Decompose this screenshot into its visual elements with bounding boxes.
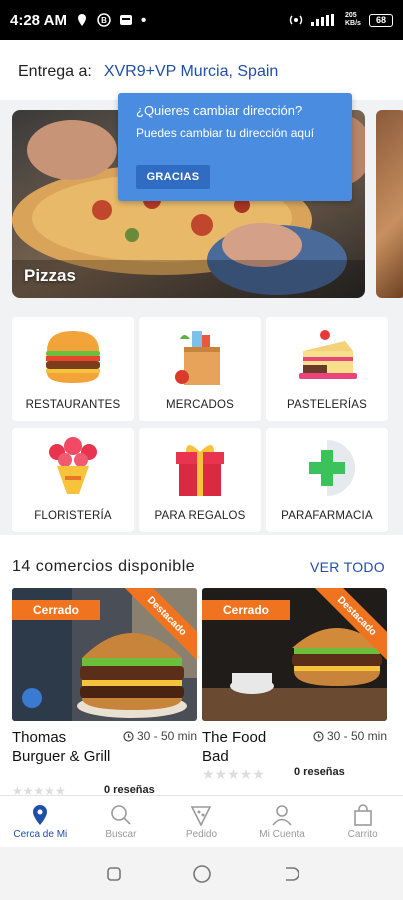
svg-text:B: B (101, 16, 107, 25)
recent-apps-icon[interactable] (105, 865, 123, 883)
rating-stars: ★★★★★ (202, 766, 265, 782)
category-label: RESTAURANTES (25, 399, 121, 411)
shopping-bag-icon (353, 803, 372, 826)
category-para-regalos[interactable]: PARA REGALOS (139, 428, 261, 532)
tooltip-title: ¿Quieres cambiar dirección? (136, 103, 303, 118)
clock-icon (123, 730, 134, 742)
flowers-icon (49, 437, 97, 494)
merchants-header: 14 comercios disponible VER TODO (12, 552, 385, 582)
banner-label: Pizzas (24, 266, 76, 285)
category-restaurantes[interactable]: RESTAURANTES (12, 317, 134, 421)
category-label: MERCADOS (165, 399, 235, 411)
merchants-count: 14 comercios disponible (12, 558, 196, 575)
b-notification-icon: B (97, 13, 111, 27)
category-label: PASTELERÍAS (287, 399, 367, 411)
category-label: FLORISTERÍA (34, 510, 112, 522)
cake-icon (299, 330, 357, 379)
category-label: PARAFARMACIA (281, 510, 373, 522)
merchant-name: Thomas Burguer & Grill (12, 729, 111, 765)
chat-notification-icon (119, 15, 132, 25)
signal-icon (311, 14, 334, 26)
delivery-time: 30 - 50 min (313, 729, 387, 743)
pharmacy-cross-icon (309, 440, 355, 496)
status-bar: 4:28 AM B • 205 KB/s 68 (0, 0, 403, 40)
category-mercados[interactable]: MERCADOS (139, 317, 261, 421)
category-label: PARA REGALOS (154, 510, 246, 522)
clock: 4:28 AM (10, 11, 67, 29)
nav-carrito[interactable]: Carrito (322, 796, 403, 847)
see-all-link[interactable]: VER TODO (310, 559, 385, 575)
search-icon (111, 804, 131, 825)
tooltip-body: Puedes cambiar tu dirección aquí (136, 126, 315, 140)
merchant-image: Cerrado Destacado (12, 588, 197, 721)
banner-next-preview[interactable] (376, 110, 403, 298)
clock-icon (313, 730, 324, 742)
grocery-bag-icon (175, 331, 220, 385)
bottom-nav: Cerca de Mi Buscar Pedido Mi Cuenta Carr… (0, 795, 403, 847)
location-status-icon (77, 14, 86, 26)
merchant-card[interactable]: Cerrado Destacado Thomas Burguer & Grill… (12, 588, 197, 798)
net-speed: 205 KB/s (345, 12, 361, 27)
merchant-image: Cerrado Destacado (202, 588, 387, 721)
delivery-address[interactable]: XVR9+VP Murcia, Spain (104, 63, 278, 81)
review-count: 0 reseñas (294, 766, 345, 778)
merchant-card[interactable]: Cerrado Destacado The Food Bad 30 - 50 m… (202, 588, 387, 793)
category-parafarmacia[interactable]: PARAFARMACIA (266, 428, 388, 532)
address-tooltip: ¿Quieres cambiar dirección? Puedes cambi… (118, 93, 352, 201)
closed-badge: Cerrado (202, 600, 290, 620)
battery-icon: 68 (369, 13, 393, 27)
category-floristeria[interactable]: FLORISTERÍA (12, 428, 134, 532)
system-nav-bar (0, 847, 403, 900)
dot-indicator: • (140, 11, 147, 29)
home-icon[interactable] (192, 864, 212, 884)
burger-icon (46, 331, 100, 383)
location-pin-icon (33, 804, 48, 825)
nav-cerca-de-mi[interactable]: Cerca de Mi (0, 796, 81, 847)
delivery-time: 30 - 50 min (123, 729, 197, 743)
delivery-label: Entrega a: (18, 63, 92, 80)
tooltip-gracias-button[interactable]: GRACIAS (136, 165, 210, 189)
category-pastelerias[interactable]: PASTELERÍAS (266, 317, 388, 421)
hotspot-icon (289, 15, 303, 25)
merchant-name: The Food Bad (202, 729, 267, 765)
closed-badge: Cerrado (12, 600, 100, 620)
user-icon (272, 804, 292, 826)
categories-grid: RESTAURANTES MERCADOS PASTELERÍAS FLORIS… (0, 305, 403, 535)
delivery-address-bar[interactable]: Entrega a: XVR9+VP Murcia, Spain (18, 52, 403, 92)
nav-buscar[interactable]: Buscar (81, 796, 162, 847)
gift-icon (176, 445, 224, 496)
nav-mi-cuenta[interactable]: Mi Cuenta (242, 796, 323, 847)
pizza-slice-icon (191, 805, 212, 826)
back-icon[interactable] (281, 865, 299, 883)
nav-pedido[interactable]: Pedido (161, 796, 242, 847)
